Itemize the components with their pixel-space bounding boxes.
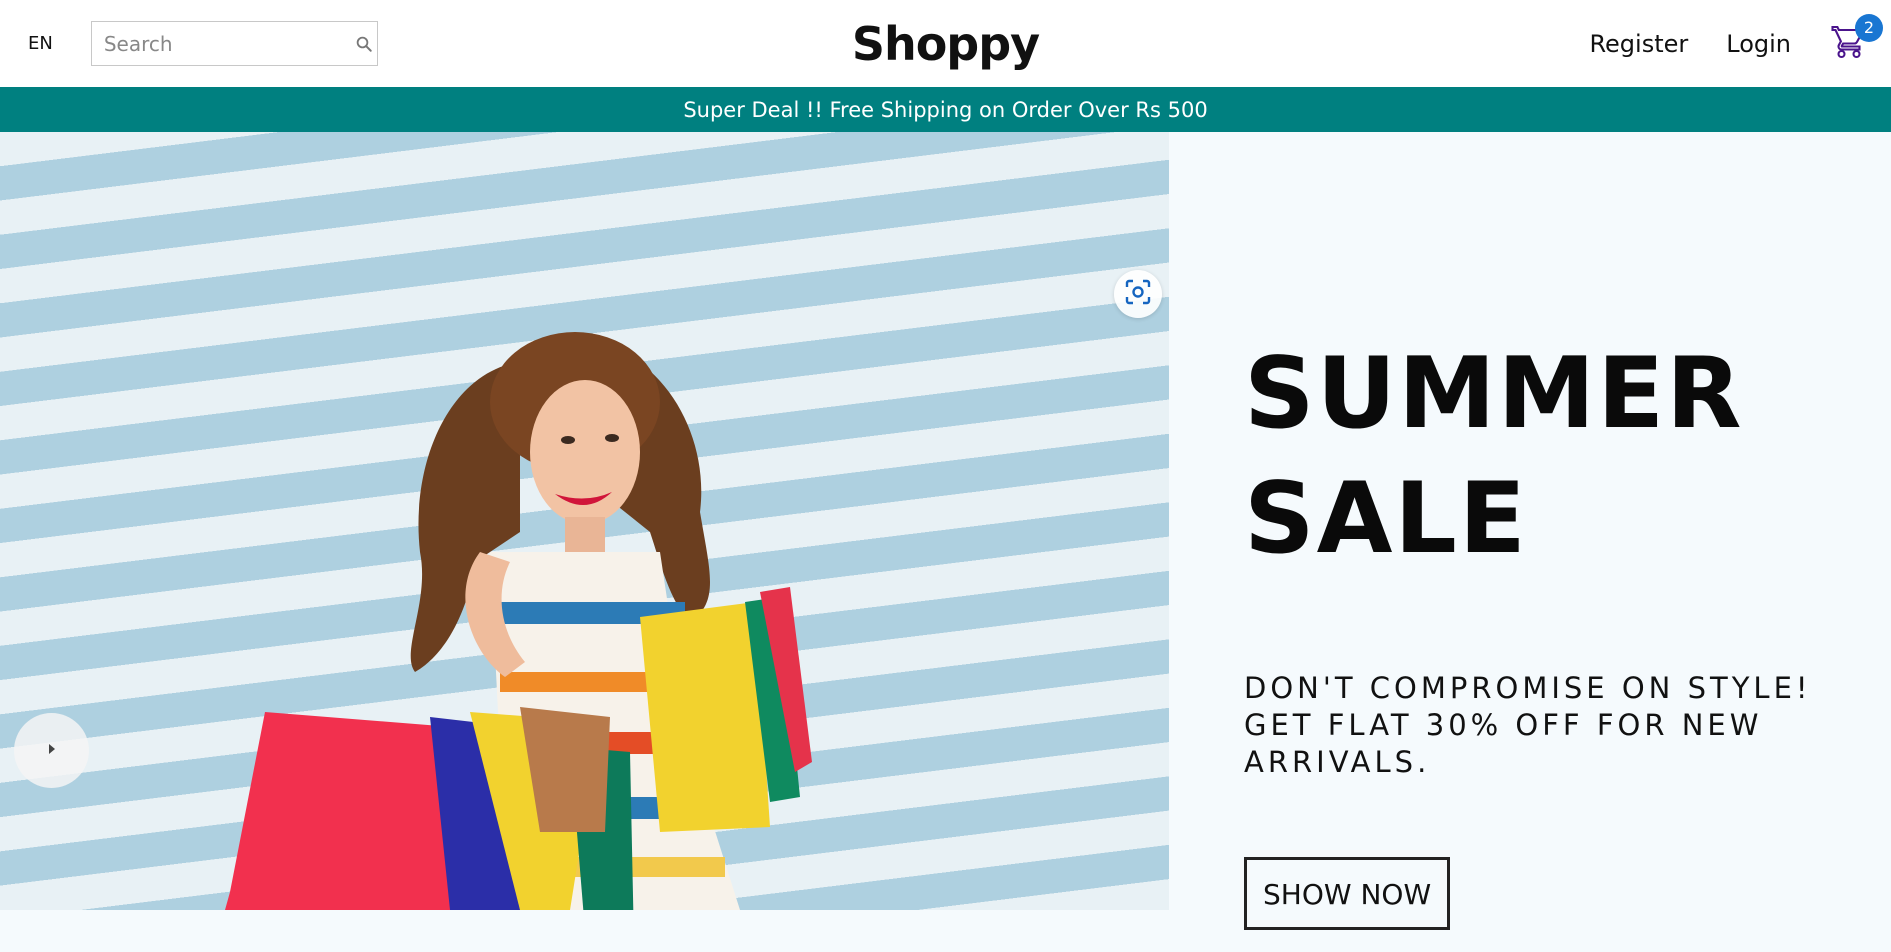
- cart-count-badge: 2: [1855, 13, 1883, 42]
- language-selector[interactable]: EN: [28, 33, 53, 54]
- hero-info: SUMMER SALE DON'T COMPROMISE ON STYLE! G…: [1244, 332, 1864, 930]
- navbar-left: EN: [28, 21, 628, 66]
- logo[interactable]: Shoppy: [852, 17, 1040, 71]
- hero-model-illustration: [225, 332, 812, 910]
- search-input[interactable]: [101, 30, 355, 57]
- hero-title-line1: SUMMER: [1244, 337, 1744, 451]
- visual-search-button[interactable]: [1114, 270, 1162, 318]
- login-link[interactable]: Login: [1726, 30, 1791, 58]
- visual-search-icon: [1124, 278, 1152, 310]
- cart-button[interactable]: 2: [1829, 13, 1883, 64]
- hero-description: DON'T COMPROMISE ON STYLE! GET FLAT 30% …: [1244, 671, 1812, 779]
- search-container: [90, 21, 378, 66]
- show-now-button[interactable]: SHOW NOW: [1244, 857, 1451, 930]
- slider-arrow-left[interactable]: [14, 713, 89, 788]
- navbar: EN Shoppy Register Login 2: [0, 0, 1891, 87]
- announcement-bar: Super Deal !! Free Shipping on Order Ove…: [0, 87, 1891, 132]
- hero-title-line2: SALE: [1244, 462, 1528, 576]
- navbar-right: Register Login 2: [1269, 13, 1883, 64]
- register-link[interactable]: Register: [1589, 30, 1688, 58]
- hero-title: SUMMER SALE: [1244, 332, 1864, 582]
- announcement-text: Super Deal !! Free Shipping on Order Ove…: [683, 97, 1208, 122]
- hero-slider: SUMMER SALE DON'T COMPROMISE ON STYLE! G…: [0, 132, 1891, 930]
- hero-image: [0, 132, 1169, 910]
- arrow-left-icon: [44, 741, 60, 761]
- search-icon[interactable]: [355, 33, 373, 55]
